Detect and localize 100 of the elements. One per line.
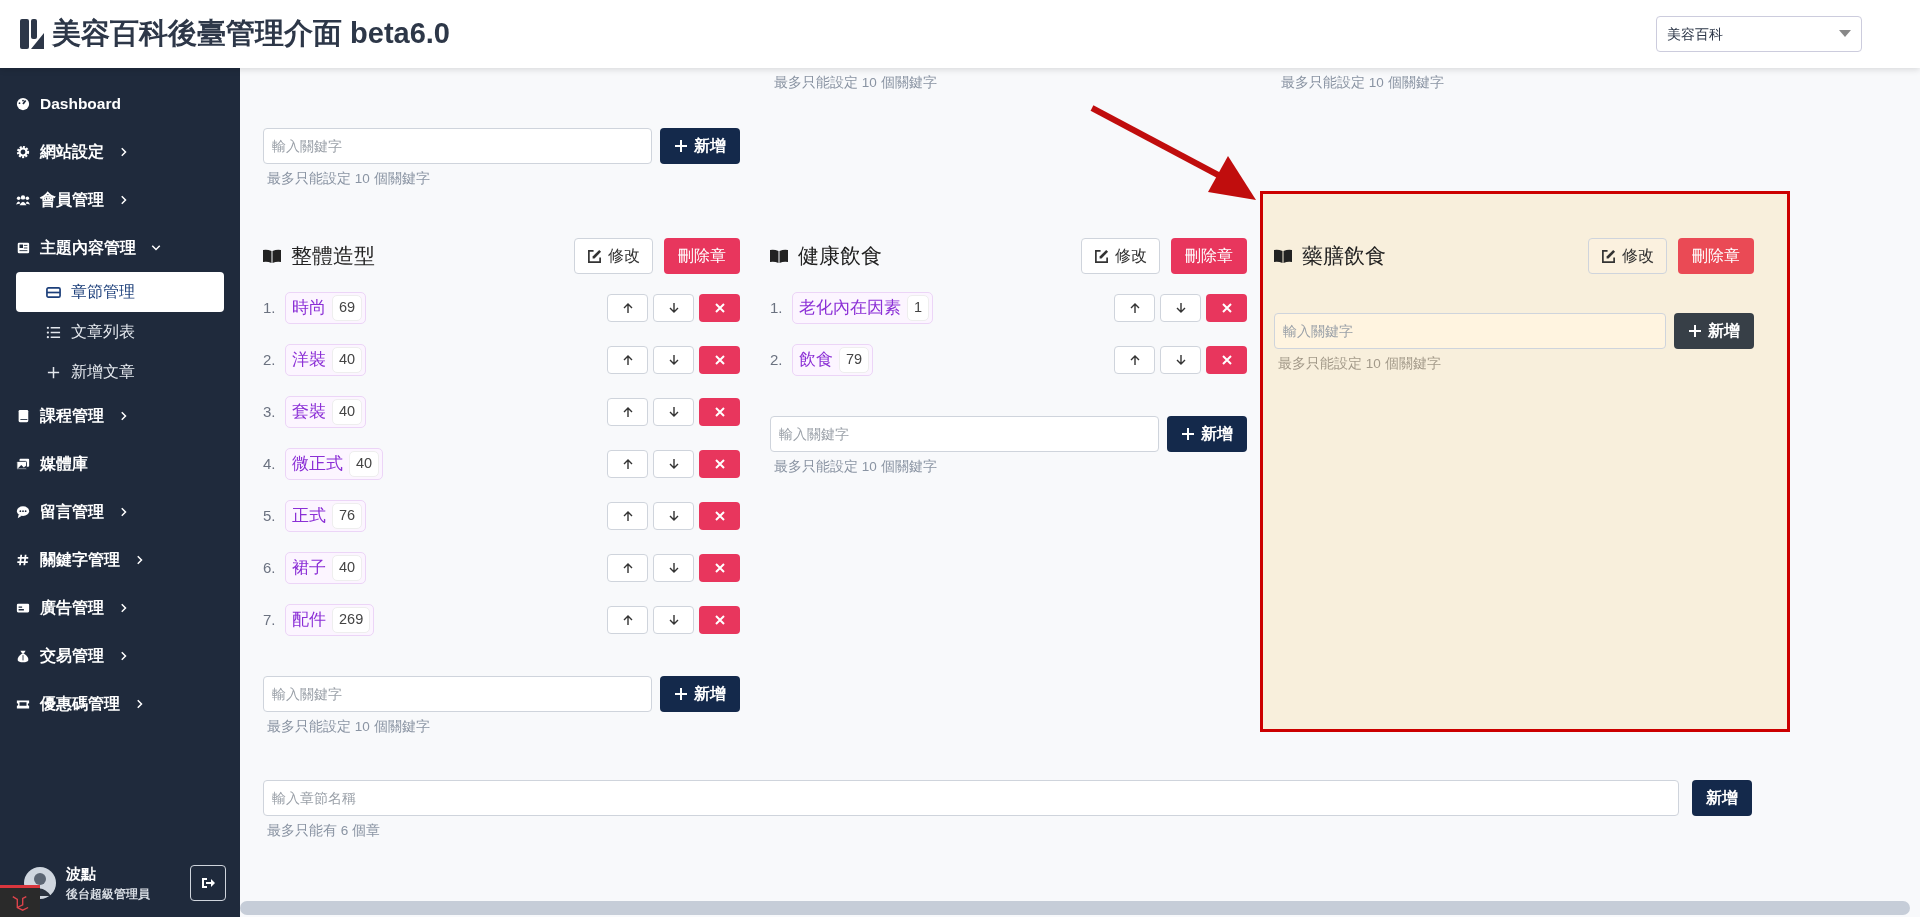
sidebar-item[interactable]: 關鍵字管理 bbox=[0, 536, 240, 584]
move-down-button[interactable] bbox=[653, 294, 694, 322]
arrow-down-icon bbox=[1174, 302, 1187, 314]
sidebar-item[interactable]: 留言管理 bbox=[0, 488, 240, 536]
move-down-button[interactable] bbox=[653, 450, 694, 478]
edit-button[interactable]: 修改 bbox=[1588, 238, 1667, 274]
move-up-button[interactable] bbox=[607, 450, 648, 478]
book-icon bbox=[770, 249, 788, 263]
book-icon bbox=[1274, 249, 1292, 263]
money-bag-icon bbox=[16, 649, 30, 663]
move-up-button[interactable] bbox=[607, 398, 648, 426]
sidebar-item[interactable]: Dashboard bbox=[0, 80, 240, 128]
add-button[interactable]: 新增 bbox=[1674, 313, 1754, 349]
move-down-button[interactable] bbox=[1160, 346, 1201, 374]
close-icon bbox=[714, 303, 725, 313]
move-down-button[interactable] bbox=[653, 346, 694, 374]
keyword-tag[interactable]: 飲食 79 bbox=[792, 344, 874, 376]
debug-icon bbox=[11, 893, 29, 912]
row-number: 2. bbox=[263, 349, 277, 370]
sidebar-item[interactable]: 媒體庫 bbox=[0, 440, 240, 488]
move-up-button[interactable] bbox=[607, 294, 648, 322]
keyword-tag[interactable]: 老化內在因素 1 bbox=[792, 292, 934, 324]
count-badge: 79 bbox=[839, 347, 870, 373]
logo-icon bbox=[20, 19, 44, 49]
edit-button[interactable]: 修改 bbox=[1081, 238, 1160, 274]
keyword-input[interactable]: 輸入關鍵字 bbox=[1274, 313, 1666, 349]
submenu-item[interactable]: 文章列表 bbox=[16, 312, 224, 352]
sidebar-item[interactable]: 網站設定 bbox=[0, 128, 240, 176]
gauge-icon bbox=[16, 97, 30, 111]
delete-button[interactable] bbox=[699, 398, 740, 426]
move-down-button[interactable] bbox=[653, 554, 694, 582]
sidebar-item[interactable]: 廣告管理 bbox=[0, 584, 240, 632]
submenu-item[interactable]: 新增文章 bbox=[16, 352, 224, 392]
add-button[interactable]: 新增 bbox=[1692, 780, 1752, 816]
delete-button[interactable] bbox=[699, 450, 740, 478]
move-down-button[interactable] bbox=[653, 502, 694, 530]
delete-button[interactable] bbox=[699, 502, 740, 530]
delete-button[interactable] bbox=[699, 346, 740, 374]
move-down-button[interactable] bbox=[1160, 294, 1201, 322]
move-up-button[interactable] bbox=[607, 606, 648, 634]
keyword-tag[interactable]: 正式 76 bbox=[285, 500, 367, 532]
row-number: 1. bbox=[263, 297, 277, 318]
site-select[interactable]: 美容百科 bbox=[1656, 16, 1862, 52]
count-badge: 40 bbox=[332, 347, 363, 373]
count-badge: 76 bbox=[332, 503, 363, 529]
move-down-button[interactable] bbox=[653, 398, 694, 426]
keyword-tag[interactable]: 洋裝 40 bbox=[285, 344, 367, 376]
sidebar-item[interactable]: 優惠碼管理 bbox=[0, 680, 240, 728]
add-button[interactable]: 新增 bbox=[1167, 416, 1247, 452]
settings-icon bbox=[16, 145, 30, 159]
newspaper-icon bbox=[16, 241, 30, 255]
sidebar-item[interactable]: 會員管理 bbox=[0, 176, 240, 224]
keyword-tag[interactable]: 時尚 69 bbox=[285, 292, 367, 324]
row-number: 4. bbox=[263, 453, 277, 474]
hint-text: 最多只能設定 10 個關鍵字 bbox=[267, 170, 431, 188]
move-up-button[interactable] bbox=[1114, 346, 1155, 374]
close-icon bbox=[714, 615, 725, 625]
list-icon bbox=[46, 324, 61, 340]
delete-chapter-button[interactable]: 刪除章 bbox=[664, 238, 740, 274]
sidebar-item[interactable]: 交易管理 bbox=[0, 632, 240, 680]
delete-button[interactable] bbox=[1206, 294, 1247, 322]
delete-chapter-button[interactable]: 刪除章 bbox=[1171, 238, 1247, 274]
keyword-tag[interactable]: 套裝 40 bbox=[285, 396, 367, 428]
row-number: 6. bbox=[263, 557, 277, 578]
keyword-tag[interactable]: 配件 269 bbox=[285, 604, 375, 636]
keyword-input[interactable]: 輸入關鍵字 bbox=[263, 128, 652, 164]
arrow-up-icon bbox=[621, 302, 634, 314]
close-icon bbox=[1221, 355, 1232, 365]
hint-text: 最多只能設定 10 個關鍵字 bbox=[1278, 355, 1442, 373]
delete-button[interactable] bbox=[1206, 346, 1247, 374]
hint-text: 最多只能有 6 個章 bbox=[267, 822, 381, 840]
chapter-name-input[interactable]: 輸入章節名稱 bbox=[263, 780, 1679, 816]
debug-bar-tab[interactable] bbox=[0, 885, 40, 917]
move-up-button[interactable] bbox=[1114, 294, 1155, 322]
count-badge: 1 bbox=[907, 295, 930, 321]
keyword-tag[interactable]: 裙子 40 bbox=[285, 552, 367, 584]
keyword-input[interactable]: 輸入關鍵字 bbox=[263, 676, 652, 712]
logout-button[interactable] bbox=[190, 865, 226, 902]
arrow-down-icon bbox=[1174, 354, 1187, 366]
card-icon bbox=[16, 601, 30, 615]
scrollbar[interactable] bbox=[240, 901, 1910, 915]
delete-button[interactable] bbox=[699, 606, 740, 634]
move-up-button[interactable] bbox=[607, 346, 648, 374]
submenu-item[interactable]: 章節管理 bbox=[16, 272, 224, 312]
sidebar-item[interactable]: 課程管理 bbox=[0, 392, 240, 440]
keyword-input[interactable]: 輸入關鍵字 bbox=[770, 416, 1159, 452]
count-badge: 40 bbox=[332, 399, 363, 425]
sidebar-item[interactable]: 主題內容管理 bbox=[0, 224, 240, 272]
add-button[interactable]: 新增 bbox=[660, 676, 740, 712]
move-up-button[interactable] bbox=[607, 554, 648, 582]
add-button[interactable]: 新增 bbox=[660, 128, 740, 164]
row-number: 2. bbox=[770, 349, 784, 370]
delete-button[interactable] bbox=[699, 294, 740, 322]
edit-button[interactable]: 修改 bbox=[574, 238, 653, 274]
delete-button[interactable] bbox=[699, 554, 740, 582]
delete-chapter-button[interactable]: 刪除章 bbox=[1678, 238, 1754, 274]
move-up-button[interactable] bbox=[607, 502, 648, 530]
plus-icon bbox=[674, 139, 688, 153]
keyword-tag[interactable]: 微正式 40 bbox=[285, 448, 384, 480]
move-down-button[interactable] bbox=[653, 606, 694, 634]
